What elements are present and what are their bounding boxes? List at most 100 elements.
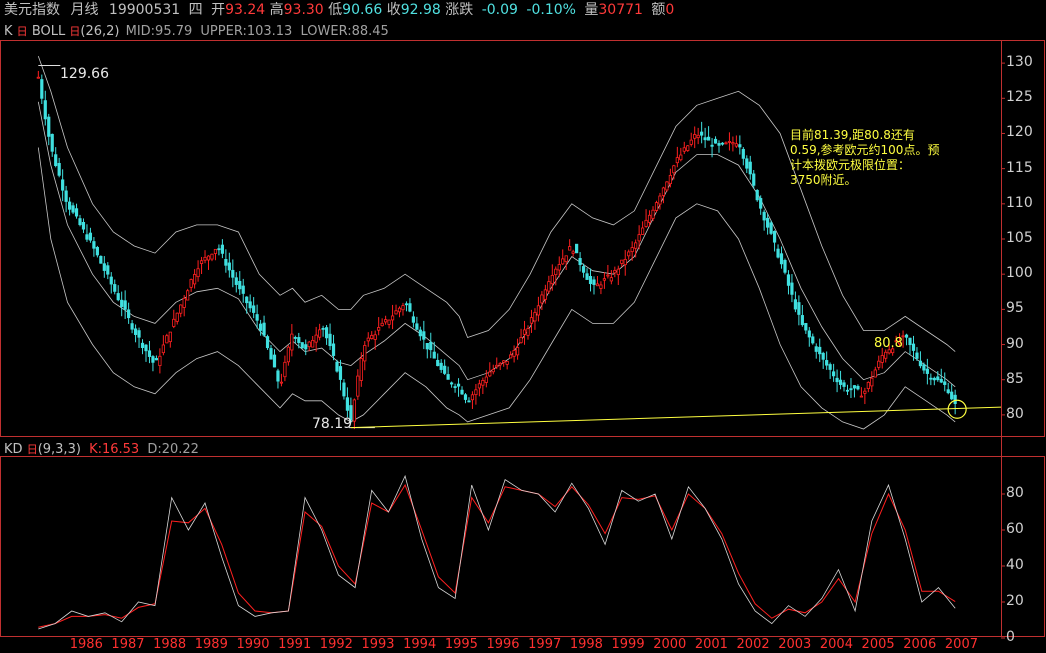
level-label: 80.8 (874, 336, 903, 351)
candle-body (828, 364, 832, 370)
candle-body (495, 364, 499, 368)
candle-body (759, 198, 763, 209)
candle-body (432, 351, 436, 359)
candle-body (710, 144, 714, 147)
candle-body (265, 336, 270, 349)
candle-body (647, 214, 652, 223)
year-tick: 1997 (528, 637, 562, 652)
candle-body (884, 351, 888, 359)
year-tick: 1996 (486, 637, 520, 652)
candle-body (863, 390, 867, 394)
candle-body (818, 346, 822, 355)
candle-body (85, 234, 89, 240)
kd-panel-frame (0, 456, 1045, 637)
candle-body (845, 389, 850, 392)
candle-body (43, 100, 47, 120)
candle-body (245, 296, 249, 304)
candle-body (404, 303, 409, 306)
price-tick: 130 (1006, 54, 1033, 71)
candle-body (842, 382, 846, 387)
candle-body (571, 251, 575, 254)
candle-body (168, 331, 172, 343)
candle-body (491, 369, 495, 373)
candle-body (651, 209, 655, 219)
candle-body (92, 241, 96, 249)
candle-body (311, 339, 315, 348)
candle-body (911, 343, 916, 351)
candle-body (686, 145, 690, 151)
candle-body (470, 394, 475, 401)
candle-body (609, 277, 613, 282)
candle-body (57, 162, 61, 176)
candle-body (852, 385, 857, 389)
candle-body (800, 315, 804, 326)
candles[interactable] (36, 64, 957, 430)
high-price-label: 129.66 (60, 66, 109, 82)
candle-body (908, 337, 912, 346)
candle-body (172, 318, 176, 327)
candle-body (547, 281, 551, 292)
candle-body (467, 400, 471, 403)
candle-body (668, 174, 672, 185)
boll-lower-line (37, 147, 956, 430)
kd-tick: 0 (1006, 629, 1015, 645)
candle-body (422, 331, 426, 340)
candle-body (370, 335, 374, 339)
candle-body (835, 377, 839, 383)
year-tick: 1991 (278, 637, 312, 652)
candle-body (536, 305, 541, 316)
candle-body (133, 328, 138, 335)
year-tick: 1993 (361, 637, 395, 652)
candle-body (328, 333, 332, 347)
candle-body (276, 370, 280, 382)
kd-tick: 40 (1006, 557, 1024, 573)
candle-body (936, 376, 940, 381)
candle-body (338, 366, 343, 380)
candle-body (373, 334, 377, 340)
candle-body (696, 134, 700, 139)
candle-body (533, 312, 537, 322)
candle-body (290, 333, 294, 351)
year-tick: 2006 (903, 637, 937, 652)
kd-tick: 20 (1006, 593, 1024, 609)
candle-body (262, 322, 266, 336)
candle-body (99, 255, 103, 264)
price-tick: 85 (1006, 370, 1024, 387)
candle-body (679, 154, 683, 161)
candle-body (672, 165, 676, 174)
candle-body (717, 143, 721, 146)
candle-body (120, 299, 124, 307)
candle-body (342, 382, 346, 397)
candle-body (720, 142, 725, 145)
candle-body (703, 137, 707, 141)
candle-body (446, 374, 450, 380)
candle-body (203, 256, 207, 261)
candle-body (915, 352, 919, 359)
candle-body (741, 148, 745, 159)
candle-body (113, 284, 117, 292)
candle-body (408, 303, 412, 312)
candle-body (734, 143, 738, 147)
candle-body (394, 310, 398, 315)
boll-upper-line (37, 55, 956, 352)
candle-body (578, 258, 582, 266)
candle-body (474, 389, 478, 396)
candle-body (505, 360, 509, 365)
candle-body (748, 161, 752, 175)
candle-body (286, 346, 290, 363)
candle-body (745, 158, 749, 169)
candle-body (543, 289, 547, 300)
candle-body (283, 361, 287, 378)
candle-body (106, 265, 110, 275)
year-tick: 1998 (569, 637, 603, 652)
candle-body (463, 394, 468, 400)
chart-canvas[interactable] (0, 0, 1046, 653)
candle-body (50, 133, 54, 152)
candle-body (727, 141, 732, 143)
year-tick: 1986 (69, 637, 103, 652)
candle-body (623, 258, 627, 266)
candle-body (71, 205, 75, 213)
candle-body (825, 360, 829, 366)
candle-body (502, 360, 506, 363)
candle-body (189, 279, 193, 288)
